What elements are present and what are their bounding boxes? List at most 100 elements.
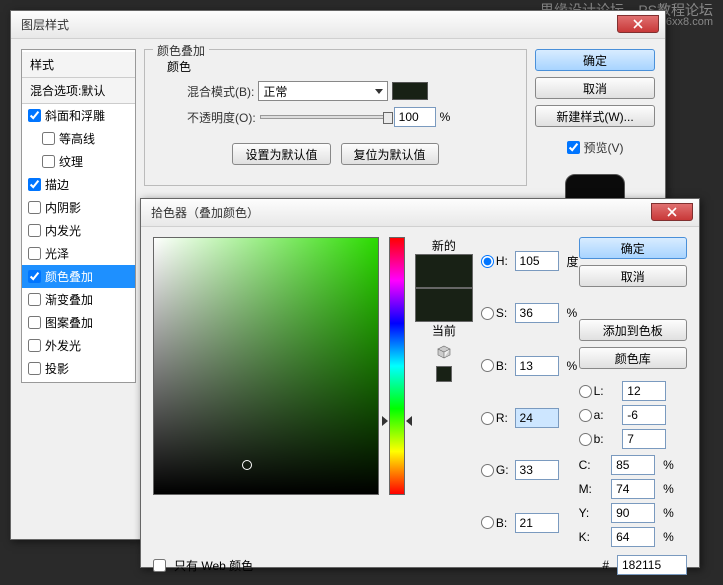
r-radio[interactable]: [481, 412, 494, 425]
style-checkbox[interactable]: [28, 178, 41, 191]
preview-label: 预览(V): [584, 139, 624, 156]
m-unit: %: [663, 482, 687, 496]
lab-fields: L: 12 a: -6 b: 7: [579, 381, 687, 449]
new-label: 新的: [415, 237, 473, 254]
r-input[interactable]: 24: [515, 408, 559, 428]
a-input[interactable]: -6: [622, 405, 666, 425]
style-label: 颜色叠加: [45, 268, 93, 285]
close-button[interactable]: [651, 203, 693, 221]
color-overlay-fieldset: 颜色叠加 颜色 混合模式(B): 正常 不透明度(O): 100 %: [144, 49, 527, 186]
style-item[interactable]: 内发光: [22, 219, 135, 242]
style-checkbox[interactable]: [42, 155, 55, 168]
y-unit: %: [663, 506, 687, 520]
ok-button[interactable]: 确定: [579, 237, 687, 259]
set-default-button[interactable]: 设置为默认值: [232, 143, 330, 165]
k-label: K:: [579, 530, 606, 544]
titlebar[interactable]: 图层样式: [11, 11, 665, 39]
blend-mode-label: 混合模式(B):: [187, 83, 254, 100]
style-checkbox[interactable]: [28, 201, 41, 214]
bv-input[interactable]: 13: [515, 356, 559, 376]
style-item[interactable]: 等高线: [22, 127, 135, 150]
style-item[interactable]: 图案叠加: [22, 311, 135, 334]
style-checkbox[interactable]: [28, 224, 41, 237]
style-label: 图案叠加: [45, 314, 93, 331]
bc-radio[interactable]: [481, 516, 494, 529]
styles-header[interactable]: 样式: [22, 52, 135, 78]
style-item[interactable]: 描边: [22, 173, 135, 196]
new-style-button[interactable]: 新建样式(W)...: [535, 105, 655, 127]
g-input[interactable]: 33: [515, 460, 559, 480]
r-label: R:: [496, 411, 508, 425]
h-label: H:: [496, 254, 508, 268]
l-input[interactable]: 12: [622, 381, 666, 401]
close-button[interactable]: [617, 15, 659, 33]
reset-default-button[interactable]: 复位为默认值: [341, 143, 439, 165]
hex-input[interactable]: 182115: [617, 555, 687, 575]
color-library-button[interactable]: 颜色库: [579, 347, 687, 369]
style-item[interactable]: 颜色叠加: [22, 265, 135, 288]
bl-radio[interactable]: [579, 433, 592, 446]
s-radio[interactable]: [481, 307, 494, 320]
bc-input[interactable]: 21: [515, 513, 559, 533]
g-radio[interactable]: [481, 464, 494, 477]
ok-button[interactable]: 确定: [535, 49, 655, 71]
style-item[interactable]: 纹理: [22, 150, 135, 173]
hue-slider[interactable]: [389, 237, 405, 495]
opacity-slider[interactable]: [260, 115, 390, 119]
style-item[interactable]: 外发光: [22, 334, 135, 357]
style-checkbox[interactable]: [28, 270, 41, 283]
style-checkbox[interactable]: [42, 132, 55, 145]
h-input[interactable]: 105: [515, 251, 559, 271]
new-color-swatch[interactable]: [415, 254, 473, 288]
style-item[interactable]: 内阴影: [22, 196, 135, 219]
slider-thumb[interactable]: [383, 112, 393, 124]
cube-icon[interactable]: [437, 345, 451, 359]
opacity-input[interactable]: 100: [394, 107, 436, 127]
a-radio[interactable]: [579, 409, 592, 422]
style-item[interactable]: 投影: [22, 357, 135, 380]
style-checkbox[interactable]: [28, 109, 41, 122]
sv-cursor[interactable]: [242, 460, 252, 470]
saturation-value-field[interactable]: [153, 237, 379, 495]
style-checkbox[interactable]: [28, 339, 41, 352]
c-input[interactable]: 85: [611, 455, 655, 475]
k-input[interactable]: 64: [611, 527, 655, 547]
nearest-web-swatch[interactable]: [436, 366, 452, 382]
style-checkbox[interactable]: [28, 316, 41, 329]
cmyk-fields: C:85% M:74% Y:90% K:64%: [579, 455, 687, 547]
style-checkbox[interactable]: [28, 247, 41, 260]
color-picker-dialog: 拾色器（叠加颜色） 新的 当前 H:: [140, 198, 700, 568]
style-item[interactable]: 渐变叠加: [22, 288, 135, 311]
blend-options-header[interactable]: 混合选项:默认: [22, 78, 135, 104]
style-item[interactable]: 光泽: [22, 242, 135, 265]
bv-unit: %: [567, 359, 579, 373]
cancel-button[interactable]: 取消: [535, 77, 655, 99]
style-checkbox[interactable]: [28, 293, 41, 306]
web-only-checkbox[interactable]: [153, 559, 166, 572]
overlay-color-swatch[interactable]: [392, 82, 428, 100]
current-label: 当前: [415, 322, 473, 339]
current-color-swatch[interactable]: [415, 288, 473, 322]
add-swatch-button[interactable]: 添加到色板: [579, 319, 687, 341]
new-current-swatches: 新的 当前: [415, 237, 473, 547]
hex-prefix: #: [602, 558, 609, 572]
k-unit: %: [663, 530, 687, 544]
s-input[interactable]: 36: [515, 303, 559, 323]
preview-checkbox[interactable]: [567, 141, 580, 154]
style-label: 投影: [45, 360, 69, 377]
m-input[interactable]: 74: [611, 479, 655, 499]
style-checkbox[interactable]: [28, 362, 41, 375]
opacity-label: 不透明度(O):: [187, 109, 256, 126]
bv-radio[interactable]: [481, 359, 494, 372]
h-radio[interactable]: [481, 255, 494, 268]
style-item[interactable]: 斜面和浮雕: [22, 104, 135, 127]
style-label: 外发光: [45, 337, 81, 354]
l-radio[interactable]: [579, 385, 592, 398]
y-input[interactable]: 90: [611, 503, 655, 523]
blend-mode-combo[interactable]: 正常: [258, 81, 388, 101]
titlebar[interactable]: 拾色器（叠加颜色）: [141, 199, 699, 227]
bl-input[interactable]: 7: [622, 429, 666, 449]
cancel-button[interactable]: 取消: [579, 265, 687, 287]
web-only-label: 只有 Web 颜色: [174, 557, 253, 574]
hue-thumb-icon: [382, 416, 388, 426]
